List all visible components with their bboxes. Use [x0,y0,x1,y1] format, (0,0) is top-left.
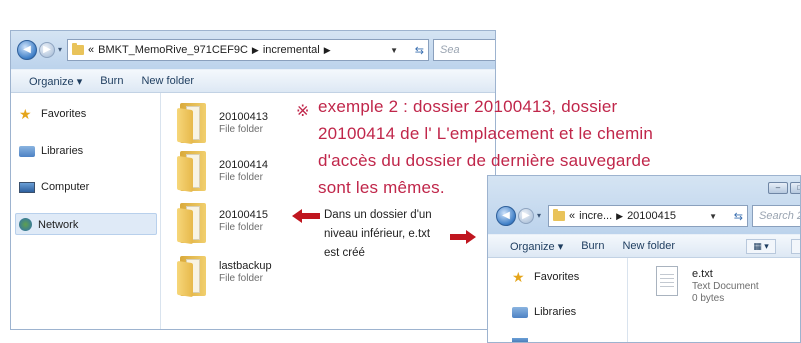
file-name: 20100413 [219,111,268,123]
breadcrumb-chevron-icon[interactable]: ▶ [616,211,623,222]
new-folder-button[interactable]: New folder [622,240,675,252]
nav-item-network[interactable]: Network [19,218,78,231]
folder-item-20100413[interactable]: 20100413 File folder [177,103,268,145]
explain-line-3: est créé [324,247,365,259]
navigation-pane: ★ Favorites Libraries [488,258,628,342]
nav-label: Computer [41,181,90,193]
file-name: 20100414 [219,159,268,171]
nav-item-libraries[interactable]: Libraries [512,306,576,318]
library-icon [19,145,35,157]
text-document-icon [654,266,680,298]
breadcrumb-overflow[interactable]: « [569,210,575,222]
nav-label: Libraries [534,306,577,318]
address-bar[interactable]: « BMKT_MemoRive_971CEF9C ▶ incremental ▶… [67,39,429,61]
annotation-line-3: d'accès du dossier de dernière sauvegard… [318,151,651,170]
folder-icon [177,151,207,193]
nav-item-favorites[interactable]: ★ Favorites [19,107,86,121]
burn-button[interactable]: Burn [581,240,604,252]
breadcrumb-overflow[interactable]: « [88,44,94,56]
refresh-icon[interactable]: ⇆ [734,210,743,223]
nav-item-computer-partial[interactable] [512,338,528,342]
folder-item-lastbackup[interactable]: lastbackup File folder [177,256,272,298]
nav-label: Network [38,218,79,231]
file-type: File folder [219,222,263,233]
address-dropdown-icon[interactable]: ▼ [390,46,398,55]
back-button[interactable]: ◀ [496,206,516,226]
file-type: File folder [219,273,263,284]
navigation-pane: ★ Favorites Libraries Computer Network [11,93,161,329]
file-name: lastbackup [219,260,272,272]
breadcrumb-chevron-icon[interactable]: ▶ [324,45,331,56]
annotation-line-4: sont les mêmes. [318,178,445,197]
folder-item-20100414[interactable]: 20100414 File folder [177,151,268,193]
file-size: 0 bytes [692,293,725,304]
library-icon [512,306,528,318]
recent-pages-icon[interactable]: ▾ [58,45,62,54]
organize-button[interactable]: Organize ▾ [510,240,563,253]
network-icon [19,218,32,231]
breadcrumb-item-incremental[interactable]: incre... [579,210,612,222]
file-item-e-txt[interactable]: e.txt Text Document 0 bytes [654,266,759,305]
maximize-button[interactable]: □ [790,182,800,194]
address-dropdown-icon[interactable]: ▼ [709,212,717,221]
star-icon: ★ [19,106,32,122]
nav-item-computer[interactable]: Computer [19,181,89,193]
back-button[interactable]: ◀ [17,40,37,60]
folder-icon [177,203,207,245]
annotation-line-2: 20100414 de l' L'emplacement et le chemi… [318,124,654,143]
nav-item-favorites[interactable]: ★ Favorites [512,270,579,284]
burn-button[interactable]: Burn [100,75,123,87]
explain-line-2: niveau inférieur, e.txt [324,228,431,240]
command-bar: Organize ▾ Burn New folder ▦ ▾ [488,234,800,258]
breadcrumb-item-20100415[interactable]: 20100415 [627,210,676,222]
explorer-window-subfolder: – □ ◀ ▶ ▾ « incre... ▶ 20100415 ▼ ⇆ Sear… [487,175,801,343]
minimize-button[interactable]: – [768,182,788,194]
folder-icon [177,103,207,145]
command-bar: Organize ▾ Burn New folder [11,69,495,93]
folder-icon [72,43,84,55]
right-arrow-icon [450,230,476,244]
folder-icon [177,256,207,298]
recent-pages-icon[interactable]: ▾ [537,211,541,220]
address-bar[interactable]: « incre... ▶ 20100415 ▼ ⇆ [548,205,748,227]
window-controls: – □ [766,182,800,194]
organize-button[interactable]: Organize ▾ [29,75,82,88]
file-type: Text Document [692,281,759,292]
search-input[interactable]: Search 20... [752,205,800,227]
file-name: e.txt [692,268,713,280]
breadcrumb-item-memorive[interactable]: BMKT_MemoRive_971CEF9C [98,44,248,56]
reference-mark: ※ [296,103,310,120]
file-type: File folder [219,172,263,183]
breadcrumb-item-incremental[interactable]: incremental [263,44,320,56]
new-folder-button[interactable]: New folder [141,75,194,87]
star-icon: ★ [512,269,525,285]
forward-button[interactable]: ▶ [39,42,55,58]
explain-line-1: Dans un dossier d'un [324,209,432,221]
forward-button[interactable]: ▶ [518,208,534,224]
breadcrumb-chevron-icon[interactable]: ▶ [252,45,259,56]
view-options-icon[interactable]: ▦ ▾ [746,239,776,254]
preview-pane-icon[interactable] [791,239,800,254]
search-input[interactable]: Sea [433,39,495,61]
computer-icon [19,181,35,193]
nav-label: Favorites [534,271,580,283]
folder-icon [553,209,565,221]
nav-item-libraries[interactable]: Libraries [19,145,83,157]
refresh-icon[interactable]: ⇆ [415,44,424,57]
annotation-line-1: exemple 2 : dossier 20100413, dossier [318,97,618,116]
nav-label: Favorites [41,108,87,120]
file-name: 20100415 [219,209,268,221]
nav-label: Libraries [41,145,84,157]
left-arrow-icon [292,209,320,223]
folder-item-20100415[interactable]: 20100415 File folder [177,203,268,245]
file-type: File folder [219,124,263,135]
